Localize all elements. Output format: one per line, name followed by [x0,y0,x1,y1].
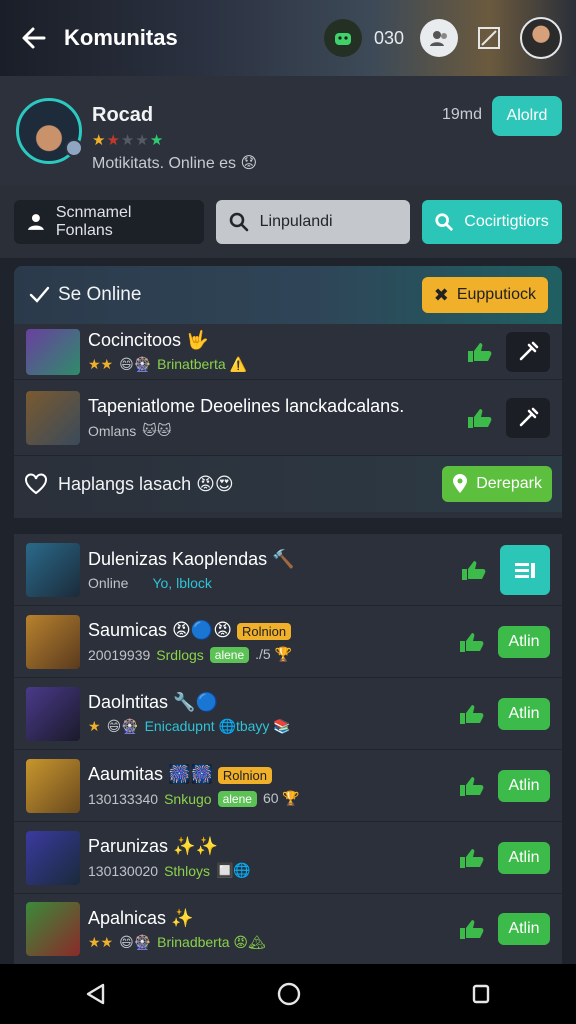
tools-button[interactable] [506,331,550,372]
action-button[interactable]: Atlin [498,697,550,730]
chip-label: Cocirtigtiors [464,213,549,230]
list-item[interactable]: Saumicas 😡🔵😡 Rolnion 20019939 Srdlogs al… [14,606,562,678]
thumbs-up-icon[interactable] [460,559,486,581]
filter-bar: Scnmamel Fonlans Linpulandi Cocirtigtior… [0,186,576,258]
action-button[interactable]: Atlin [498,841,550,874]
rating-stars: ★★★★★ [92,132,165,149]
coin-count: 030 [373,27,404,48]
user-avatar[interactable] [520,17,562,59]
users-icon [430,31,447,46]
list-item[interactable]: Daolntitas 🔧🔵 ★ 😄🎡 Enicadupnt 🌐tbayy 📚 A… [14,678,562,750]
search-value: Linpulandi [259,213,333,230]
list-item[interactable]: Tapeniatlome Deoelines lanckadcalans. Om… [14,380,562,456]
wrench-icon [519,407,539,426]
list-item[interactable]: Apalnicas ✨ ★★ 😄🎡 Brinadberta 😡🏔 Atlin [14,894,562,964]
list-item[interactable]: Cocincitoos 🤟 ★★ 😄🎡 Brinatberta ⚠️ [14,324,562,380]
community-list: Dulenizas Kaoplendas 🔨 Online Yo, lblock… [14,534,562,964]
back-button[interactable] [14,18,54,58]
item-title: Apalnicas ✨ [88,907,194,928]
thumbs-up-icon[interactable] [458,631,484,653]
item-subtitle: Online [88,574,129,591]
thumbs-up-icon[interactable] [466,407,492,429]
item-title: Cocincitoos 🤟 [88,330,209,350]
members-filter-chip[interactable]: Scnmamel Fonlans [14,200,204,244]
game-thumbnail [26,686,80,741]
game-thumbnail [26,758,80,813]
wrench-icon [519,341,539,360]
role-tag: Rolnion [237,623,292,640]
list-item[interactable]: Parunizas ✨✨ 130130020 Sthloys 🔲🌐 Atlin [14,822,562,894]
item-title: Tapeniatlome Deoelines lanckadcalans. [88,396,405,416]
friends-button[interactable] [420,19,458,57]
verified-badge-icon [65,139,83,157]
crossed-tools-icon: ✖ [433,284,449,305]
thumbs-up-icon[interactable] [458,918,484,940]
gallery-button[interactable] [470,19,508,57]
profile-time: 19md [441,106,482,123]
person-icon [27,214,44,230]
profile-card: Rocad ★★★★★ Motikitats. Online es 😟 19md… [0,76,576,186]
role-tag: Rolnion [217,767,272,784]
game-thumbnail [26,328,80,375]
online-label: Se Online [58,284,142,305]
system-nav-bar [0,964,576,1024]
list-icon [515,562,535,578]
profile-name: Rocad [92,104,154,126]
arrow-left-icon [22,27,46,49]
recents-square-icon[interactable] [469,982,493,1006]
item-title: Aaumitas 🎆🎆 [88,764,213,784]
item-stars: ★★ [88,356,114,372]
thumbs-up-icon[interactable] [458,775,484,797]
thumbs-up-icon[interactable] [466,341,492,363]
back-triangle-icon[interactable] [83,981,109,1007]
list-item[interactable]: Dulenizas Kaoplendas 🔨 Online Yo, lblock [14,534,562,606]
item-title: Saumicas 😡🔵😡 [88,620,232,640]
item-title: Dulenizas Kaoplendas 🔨 [88,548,295,569]
action-button[interactable]: Atlin [498,769,550,802]
page-title: Komunitas [64,25,178,50]
search-field[interactable]: Linpulandi [215,200,411,244]
game-thumbnail [26,614,80,669]
action-button[interactable]: Atlin [498,913,550,945]
search-button[interactable]: Cocirtigtiors [422,200,563,244]
online-banner: Se Online ✖ Eupputiock [14,266,562,324]
item-subtitle: Omlans [88,422,137,439]
search-icon [435,213,453,231]
game-thumbnail [26,542,80,597]
home-circle-icon[interactable] [276,981,302,1007]
online-action-button[interactable]: ✖ Eupputiock [421,277,548,313]
heart-icon[interactable] [24,473,48,495]
game-thumbnail [26,830,80,885]
thumbs-up-icon[interactable] [458,847,484,869]
item-title: Daolntitas 🔧🔵 [88,692,218,712]
image-frame-icon [478,27,500,49]
search-icon [229,212,248,232]
item-title: Parunizas ✨✨ [88,836,218,856]
tools-button[interactable] [506,397,550,438]
profile-status: Motikitats. Online es 😟 [92,155,258,172]
android-coin-icon[interactable] [323,19,362,57]
game-thumbnail [26,902,80,956]
top-app-bar: Komunitas 030 [0,0,576,76]
list-view-button[interactable] [500,544,550,595]
online-list: Cocincitoos 🤟 ★★ 😄🎡 Brinatberta ⚠️ Tapen… [14,324,562,518]
action-button[interactable]: Atlin [498,625,550,658]
favorites-label: Haplangs lasach 😡😍 [58,473,234,494]
profile-avatar[interactable] [16,98,83,164]
profile-action-button[interactable]: Alolrd [492,96,562,136]
thumbs-up-icon[interactable] [458,703,484,725]
favorites-row: Haplangs lasach 😡😍 Derepark [14,456,562,512]
list-item[interactable]: Aaumitas 🎆🎆 Rolnion 130133340 Snkugo ale… [14,750,562,822]
game-thumbnail [26,390,80,445]
chip-label: Scnmamel Fonlans [55,204,132,239]
item-subtitle: Brinatberta ⚠️ [157,356,247,372]
map-pin-icon [453,474,468,493]
check-icon [29,286,50,303]
map-button[interactable]: Derepark [442,466,552,502]
